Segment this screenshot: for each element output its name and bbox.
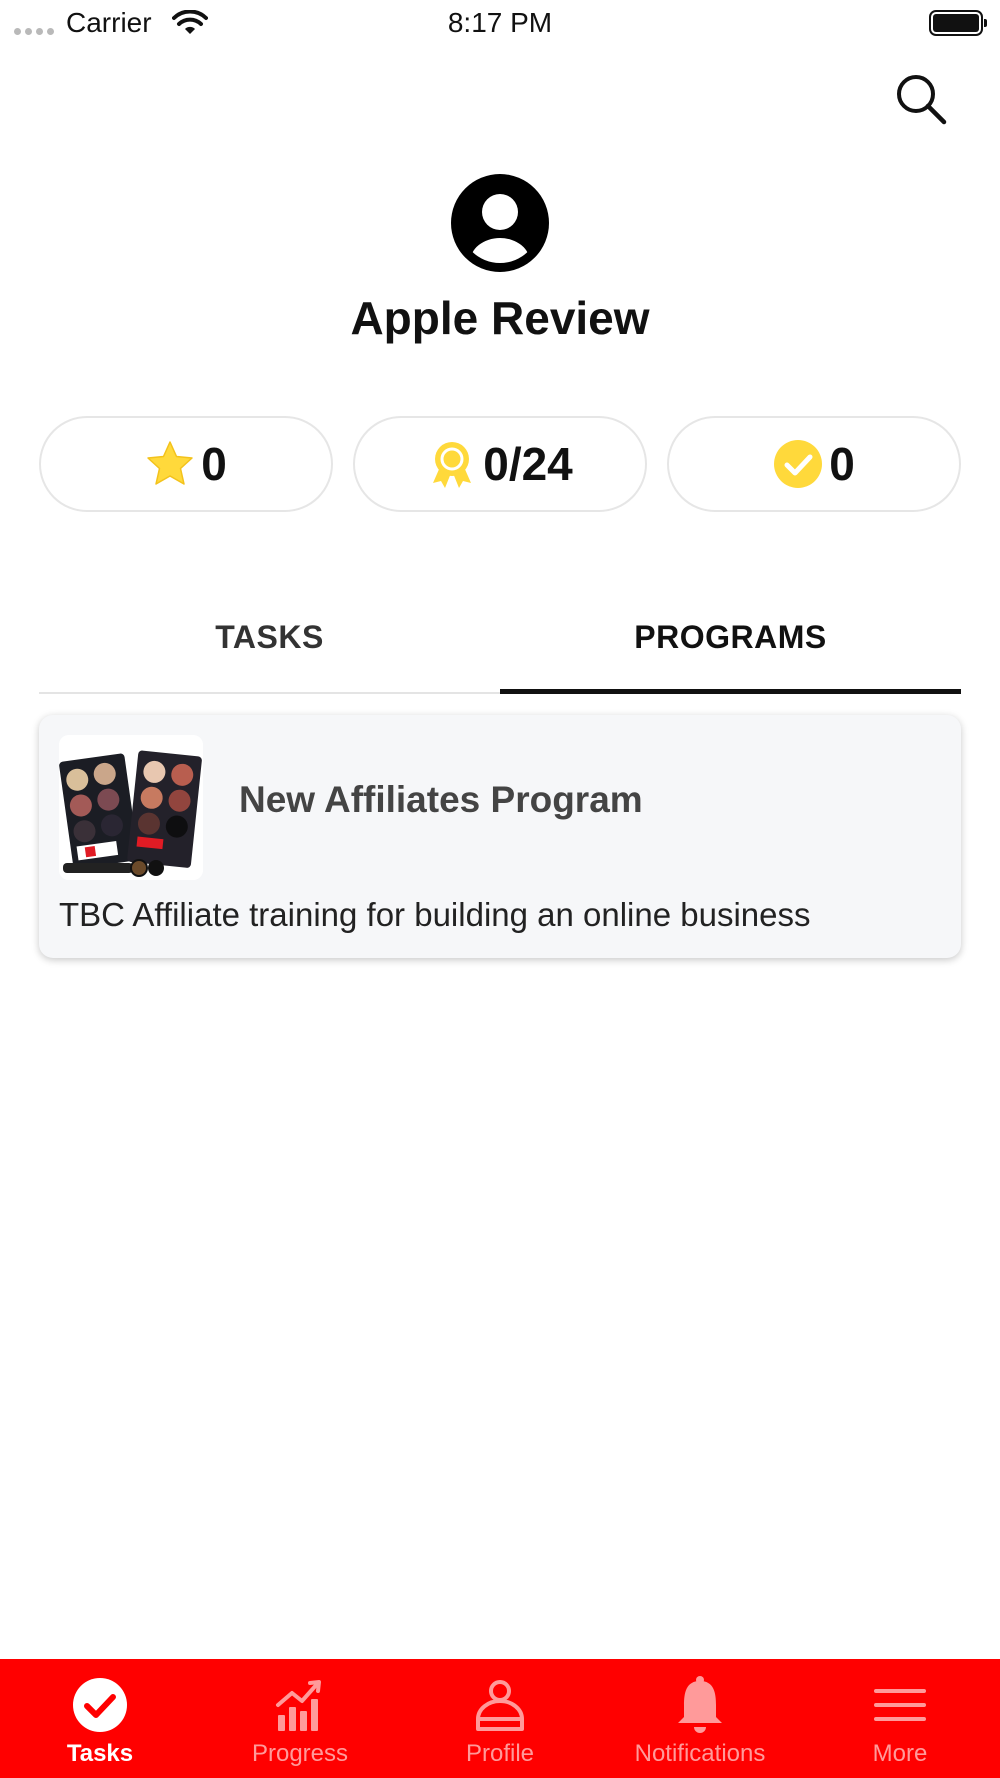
tabbar-label: Profile [465, 1740, 535, 1767]
status-bar: Carrier 8:17 PM [0, 0, 1000, 48]
tab-programs[interactable]: PROGRAMS [500, 580, 961, 694]
bottom-tab-bar: Tasks Progress Profile Notifications Mor… [0, 1659, 1000, 1778]
segment-tabs: TASKS PROGRAMS [39, 580, 961, 696]
user-name: Apple Review [350, 292, 650, 344]
tabbar-progress[interactable]: Progress [200, 1659, 400, 1778]
bar-chart-icon [270, 1677, 330, 1733]
program-description: TBC Affiliate training for building an o… [59, 896, 811, 933]
stars-value: 0 [201, 438, 227, 490]
bell-icon [670, 1676, 730, 1733]
check-circle-icon [773, 439, 823, 489]
status-time: 8:17 PM [447, 7, 553, 38]
completed-stat[interactable]: 0 [667, 416, 961, 512]
person-icon [470, 1677, 530, 1733]
search-icon [897, 75, 947, 125]
tab-tasks[interactable]: TASKS [39, 580, 500, 694]
tabbar-more[interactable]: More [800, 1659, 1000, 1778]
completed-value: 0 [829, 438, 855, 490]
search-button[interactable] [894, 72, 950, 128]
tabbar-notifications[interactable]: Notifications [600, 1659, 800, 1778]
tabbar-label: Tasks [66, 1740, 134, 1767]
award-ribbon-icon [427, 439, 477, 489]
user-avatar-icon [451, 174, 549, 272]
stars-stat[interactable]: 0 [39, 416, 333, 512]
battery-icon [929, 10, 987, 36]
tabbar-profile[interactable]: Profile [400, 1659, 600, 1778]
tabbar-label: More [872, 1740, 928, 1767]
tabbar-label: Progress [251, 1740, 349, 1767]
star-icon [145, 439, 195, 489]
tabbar-tasks[interactable]: Tasks [0, 1659, 200, 1778]
program-thumbnail [59, 735, 203, 880]
awards-stat[interactable]: 0/24 [353, 416, 647, 512]
check-circle-icon [70, 1677, 130, 1733]
menu-icon [870, 1677, 930, 1733]
tabbar-label: Notifications [634, 1740, 766, 1767]
stats-row: 0 0/24 0 [39, 416, 961, 512]
program-card[interactable]: New Affiliates Program TBC Affiliate tra… [39, 715, 961, 958]
program-title: New Affiliates Program [239, 779, 643, 820]
awards-value: 0/24 [483, 438, 573, 490]
active-tab-indicator [500, 689, 961, 694]
